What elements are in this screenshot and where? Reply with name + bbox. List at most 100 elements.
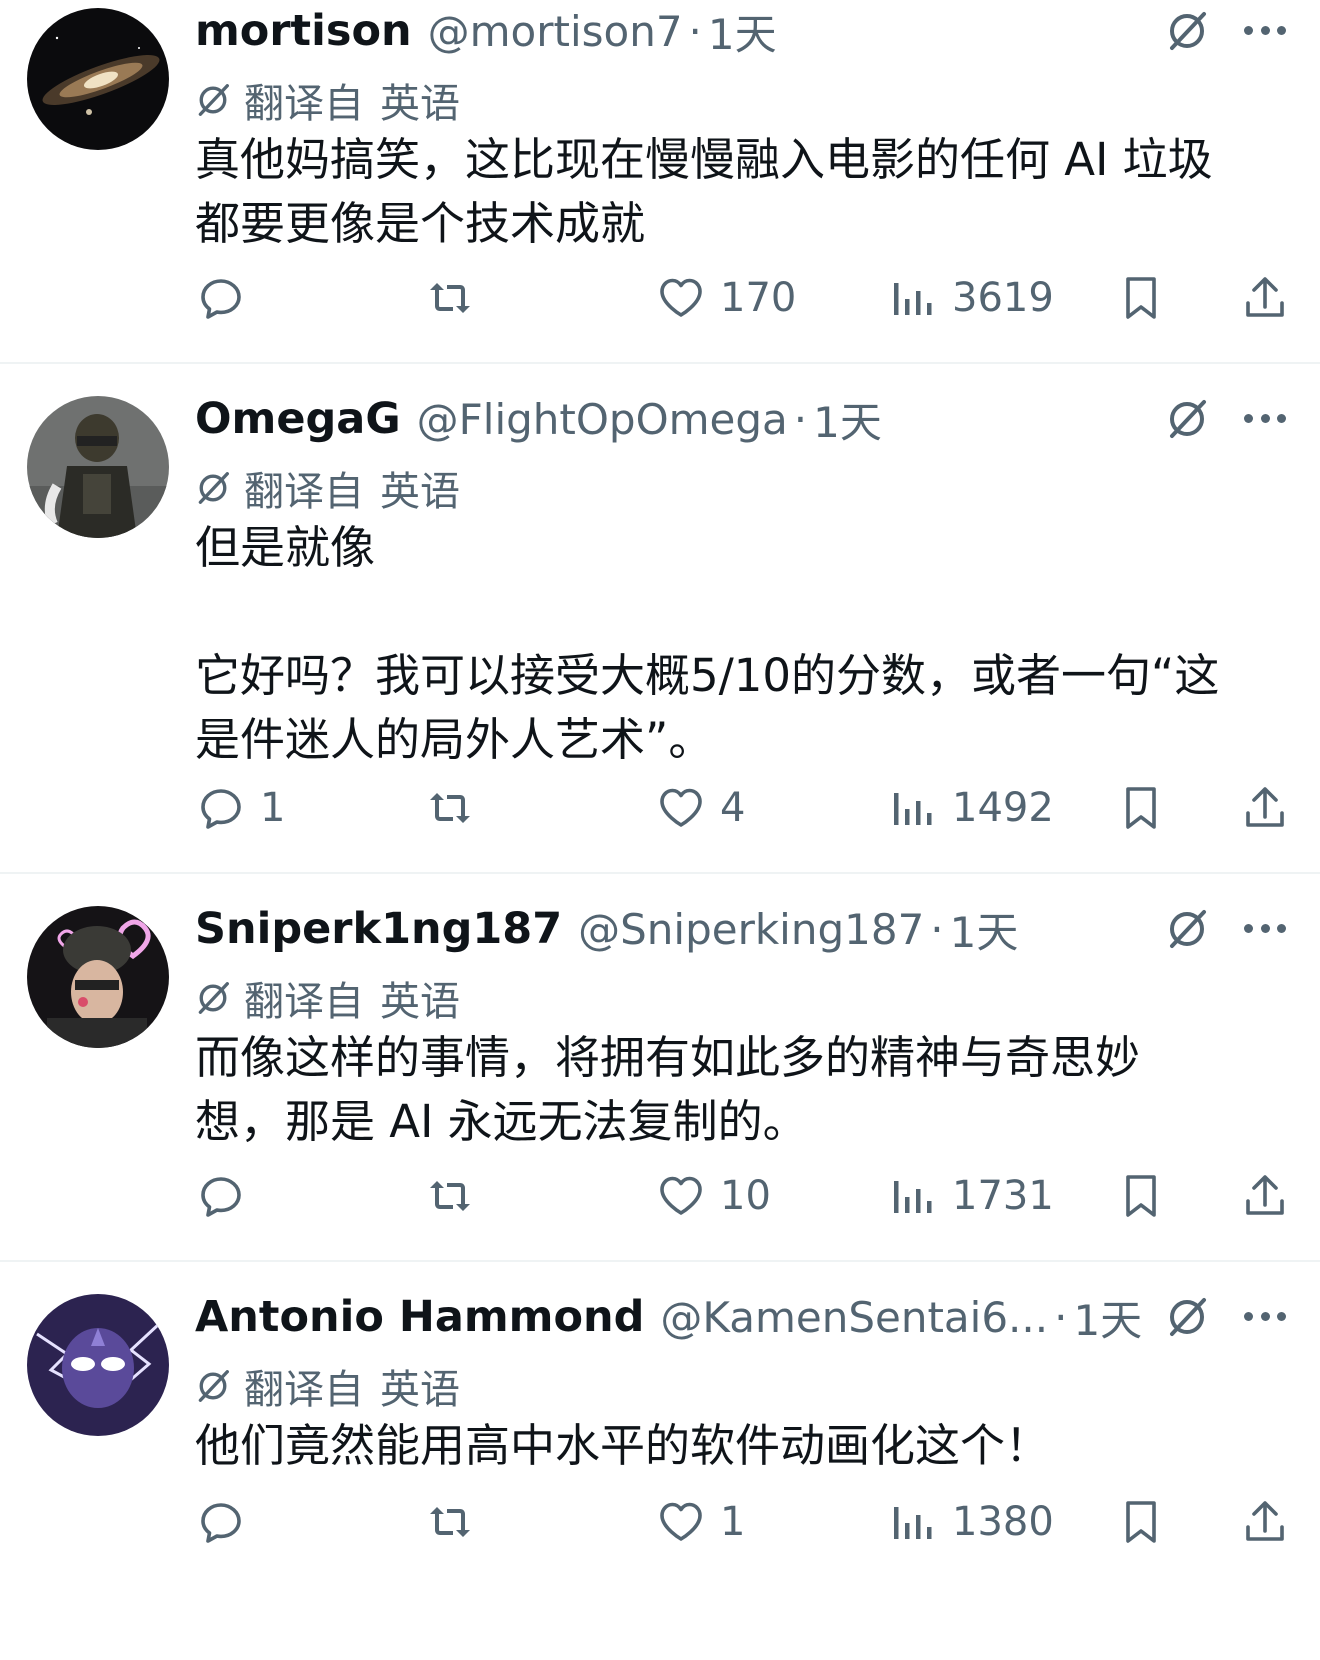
reply-button[interactable] <box>196 266 260 330</box>
like-count: 170 <box>720 275 797 321</box>
user-handle[interactable]: @mortison7 <box>428 7 683 56</box>
translate-icon[interactable] <box>1162 6 1212 56</box>
tweet[interactable]: OmegaG @FlightOpOmega · 1天 翻译自 英语 但是就像 它… <box>0 388 1320 868</box>
translate-icon[interactable] <box>1162 904 1212 954</box>
views-button[interactable]: 1380 <box>888 1490 1054 1554</box>
reply-icon <box>201 279 241 319</box>
views-icon <box>894 1507 932 1539</box>
action-bar: 170 3619 <box>0 266 1320 330</box>
avatar[interactable] <box>27 1294 169 1436</box>
share-icon <box>1246 787 1284 827</box>
source-language: 英语 <box>380 469 460 515</box>
like-button[interactable]: 170 <box>656 266 796 330</box>
translated-from-notice[interactable]: 翻译自 英语 <box>192 72 460 128</box>
tweet-text: 真他妈搞笑，这比现在慢慢融入电影的任何 AI 垃圾 都要更像是个技术成就 <box>195 133 1213 250</box>
views-button[interactable]: 1731 <box>888 1164 1054 1228</box>
translate-icon[interactable] <box>1162 1292 1212 1342</box>
view-count: 3619 <box>952 275 1054 321</box>
tweet-text: 他们竟然能用高中水平的软件动画化这个！ <box>195 1419 1051 1472</box>
tweet-text: 但是就像 它好吗？我可以接受大概5/10的分数，或者一句“这 是件迷人的局外人艺… <box>195 521 1220 766</box>
bookmark-button[interactable] <box>1116 266 1166 330</box>
translated-from-notice[interactable]: 翻译自 英语 <box>192 970 460 1026</box>
heart-icon <box>660 1502 702 1541</box>
translated-from-label: 翻译自 <box>244 1367 364 1413</box>
tweet[interactable]: Sniperk1ng187 @Sniperking187 · 1天 翻译自 英语… <box>0 898 1320 1258</box>
timestamp[interactable]: 1天 <box>1073 1287 1142 1348</box>
like-button[interactable]: 1 <box>656 1490 745 1554</box>
display-name[interactable]: OmegaG <box>195 394 401 444</box>
translate-icon[interactable] <box>1162 394 1212 444</box>
like-count: 1 <box>720 1499 746 1545</box>
display-name[interactable]: mortison <box>195 6 412 56</box>
separator-dot: · <box>793 394 808 444</box>
repost-button[interactable] <box>425 776 475 840</box>
translated-from-notice[interactable]: 翻译自 英语 <box>192 460 460 516</box>
action-bar: 1 1380 <box>0 1490 1320 1554</box>
share-button[interactable] <box>1240 776 1290 840</box>
repost-button[interactable] <box>425 1490 475 1554</box>
bookmark-icon <box>1126 277 1156 319</box>
like-count: 4 <box>720 785 746 831</box>
like-button[interactable]: 4 <box>656 776 745 840</box>
separator-dot: · <box>1054 1292 1068 1342</box>
bookmark-icon <box>1126 787 1156 829</box>
timestamp[interactable]: 1天 <box>950 899 1019 960</box>
heart-icon <box>660 788 702 827</box>
repost-icon <box>430 793 470 823</box>
timestamp[interactable]: 1天 <box>813 389 882 450</box>
share-button[interactable] <box>1240 1490 1290 1554</box>
reply-button[interactable] <box>196 1164 260 1228</box>
timestamp[interactable]: 1天 <box>708 1 777 62</box>
reply-button[interactable]: 1 <box>196 776 285 840</box>
user-handle[interactable]: @KamenSentai6... <box>660 1293 1048 1342</box>
translated-from-label: 翻译自 <box>244 469 364 515</box>
like-button[interactable]: 10 <box>656 1164 771 1228</box>
heart-icon <box>660 278 702 317</box>
bookmark-button[interactable] <box>1116 776 1166 840</box>
translate-icon <box>198 84 229 116</box>
views-icon <box>894 1181 932 1213</box>
share-icon <box>1246 277 1284 317</box>
repost-button[interactable] <box>425 1164 475 1228</box>
view-count: 1731 <box>952 1173 1054 1219</box>
views-button[interactable]: 1492 <box>888 776 1054 840</box>
tweet[interactable]: mortison @mortison7 · 1天 翻译自 英语 真他妈搞笑，这比… <box>0 0 1320 360</box>
reply-icon <box>201 1503 241 1543</box>
reply-icon <box>201 789 241 829</box>
avatar[interactable] <box>27 396 169 538</box>
user-handle[interactable]: @FlightOpOmega <box>417 395 788 444</box>
tweet-text: 而像这样的事情，将拥有如此多的精神与奇思妙 想，那是 AI 永远无法复制的。 <box>195 1031 1141 1148</box>
user-handle[interactable]: @Sniperking187 <box>578 905 924 954</box>
share-button[interactable] <box>1240 1164 1290 1228</box>
view-count: 1380 <box>952 1499 1054 1545</box>
avatar[interactable] <box>27 906 169 1048</box>
repost-icon <box>430 1181 470 1211</box>
share-button[interactable] <box>1240 266 1290 330</box>
more-options-icon[interactable] <box>1240 10 1290 50</box>
more-options-icon[interactable] <box>1240 1296 1290 1336</box>
repost-icon <box>430 1507 470 1537</box>
display-name[interactable]: Antonio Hammond <box>195 1292 644 1342</box>
bookmark-icon <box>1126 1175 1156 1217</box>
views-icon <box>894 283 932 315</box>
reply-button[interactable] <box>196 1490 260 1554</box>
more-options-icon[interactable] <box>1240 398 1290 438</box>
translate-icon <box>198 1370 229 1402</box>
repost-icon <box>430 283 470 313</box>
bookmark-icon <box>1126 1501 1156 1543</box>
separator-dot: · <box>930 904 944 954</box>
more-options-icon[interactable] <box>1240 908 1290 948</box>
divider <box>0 362 1320 364</box>
source-language: 英语 <box>380 81 460 127</box>
avatar[interactable] <box>27 8 169 150</box>
bookmark-button[interactable] <box>1116 1164 1166 1228</box>
source-language: 英语 <box>380 1367 460 1413</box>
repost-button[interactable] <box>425 266 475 330</box>
bookmark-button[interactable] <box>1116 1490 1166 1554</box>
display-name[interactable]: Sniperk1ng187 <box>195 904 562 954</box>
divider <box>0 872 1320 874</box>
view-count: 1492 <box>952 785 1054 831</box>
translated-from-notice[interactable]: 翻译自 英语 <box>192 1358 460 1414</box>
tweet[interactable]: Antonio Hammond @KamenSentai6... · 1天 翻译… <box>0 1286 1320 1660</box>
views-button[interactable]: 3619 <box>888 266 1054 330</box>
